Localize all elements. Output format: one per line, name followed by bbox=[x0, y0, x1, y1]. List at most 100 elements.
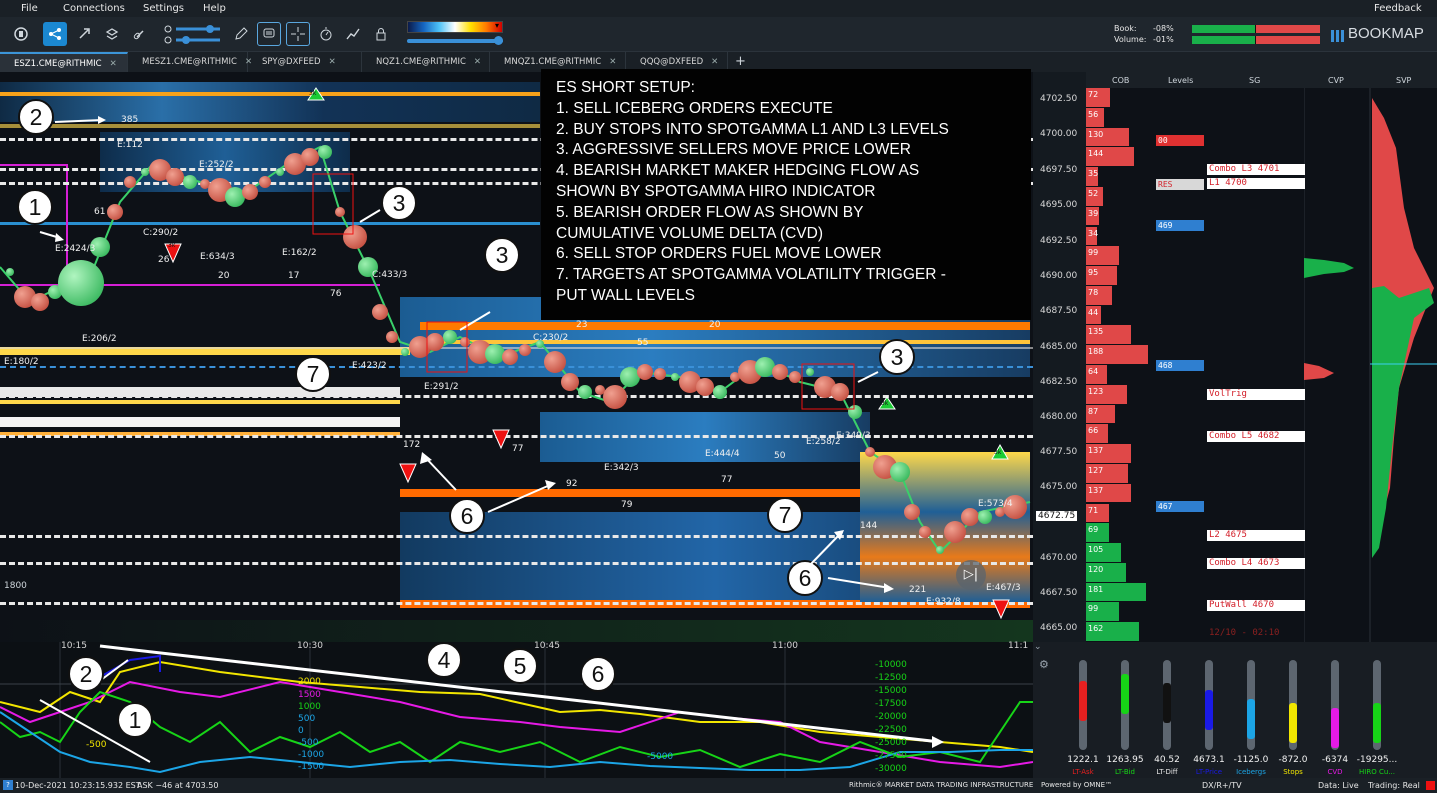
volume-value: -01% bbox=[1153, 35, 1174, 44]
indicator-pane: 2 1 4 5 6 10:15 10:30 10:45 11:00 11:1 2… bbox=[0, 641, 1033, 778]
spotgamma-level: 12/10 - 02:10 bbox=[1209, 628, 1280, 638]
feedback-link[interactable]: Feedback bbox=[1374, 0, 1422, 17]
iceberg-label: C:230/2 bbox=[533, 333, 569, 343]
spotgamma-level: L1 4700 bbox=[1207, 178, 1305, 189]
level-marker: RES bbox=[1156, 179, 1204, 190]
trading-status: Trading: Real bbox=[1368, 781, 1420, 790]
cob-value: 69 bbox=[1088, 525, 1099, 535]
meter-fill bbox=[1163, 683, 1171, 724]
cob-value: 44 bbox=[1088, 307, 1099, 317]
stop-label: 144 bbox=[860, 521, 878, 531]
spotgamma-level: VolTrig bbox=[1207, 389, 1305, 400]
close-icon[interactable]: ✕ bbox=[110, 59, 117, 69]
note-line: PUT WALL LEVELS bbox=[556, 286, 695, 304]
cob-value: 71 bbox=[1088, 505, 1099, 515]
zoom-sliders[interactable] bbox=[162, 23, 222, 47]
menu-connections[interactable]: Connections bbox=[63, 0, 125, 17]
iceberg-label: E:206/2 bbox=[82, 334, 117, 344]
cob-value: 52 bbox=[1088, 188, 1099, 198]
iceberg-label: E:162/2 bbox=[282, 248, 317, 258]
spotgamma-level: Combo L5 4682 bbox=[1207, 431, 1305, 442]
right-panel: COB Levels SG CVP SVP 72 56 130 144 35 52 39 34… bbox=[1086, 72, 1437, 642]
meter-fill bbox=[1289, 703, 1297, 743]
chat-icon[interactable] bbox=[257, 22, 281, 46]
cob-value: 130 bbox=[1088, 129, 1104, 139]
rocket-icon[interactable] bbox=[72, 22, 96, 46]
big-trade-label: 3k bbox=[168, 242, 176, 249]
spotgamma-level: Combo L4 4673 bbox=[1207, 558, 1305, 569]
left-axis-label: 1500 bbox=[298, 690, 321, 700]
level-marker: 468 bbox=[1156, 360, 1204, 371]
tab-label: QQQ@DXFEED bbox=[640, 57, 704, 67]
close-icon[interactable]: ✕ bbox=[711, 57, 718, 67]
iceberg-label: E:180/2 bbox=[4, 357, 39, 367]
cob-value: 39 bbox=[1088, 208, 1099, 218]
layers-icon[interactable] bbox=[100, 22, 124, 46]
meter-gauge bbox=[1205, 660, 1213, 750]
chevron-down-icon[interactable]: ⌄ bbox=[1034, 642, 1042, 652]
cob-value: 99 bbox=[1088, 248, 1099, 258]
spotgamma-level: Combo L3 4701 bbox=[1207, 164, 1305, 175]
stop-label: 55 bbox=[637, 338, 649, 348]
stop-label: 92 bbox=[566, 479, 578, 489]
contrast-slider[interactable] bbox=[407, 36, 503, 45]
left-axis-label: 0 bbox=[298, 726, 304, 736]
stop-label: 17 bbox=[288, 271, 300, 281]
price-label: 4672.75 bbox=[1036, 511, 1078, 521]
left-axis-label: 2000 bbox=[298, 677, 321, 687]
crosshair-icon[interactable] bbox=[286, 22, 310, 46]
meter-gauge bbox=[1373, 660, 1381, 750]
play-forward-icon[interactable]: ▷| bbox=[956, 560, 986, 590]
menu-settings[interactable]: Settings bbox=[143, 0, 184, 17]
book-label: Book: bbox=[1114, 24, 1137, 33]
close-icon[interactable]: ✕ bbox=[609, 57, 616, 67]
share-icon[interactable] bbox=[43, 22, 67, 46]
stop-label: 172 bbox=[403, 440, 421, 450]
instrument-icon[interactable] bbox=[9, 22, 33, 46]
chevron-down-icon[interactable]: ▾ bbox=[495, 21, 499, 30]
pencil-icon[interactable] bbox=[229, 22, 253, 46]
cob-value: 78 bbox=[1088, 287, 1099, 297]
right-axis-label: -30000 bbox=[875, 764, 907, 774]
rithmic-label: Rithmic® MARKET DATA TRADING INFRASTRUCT… bbox=[849, 781, 1034, 789]
right-axis-label: -20000 bbox=[875, 712, 907, 722]
help-icon[interactable]: ? bbox=[3, 780, 13, 790]
brand-name: BOOKMAP bbox=[1348, 25, 1424, 42]
tab-mesz1[interactable]: MESZ1.CME@RITHMIC ✕ bbox=[128, 52, 252, 72]
price-label: 4697.50 bbox=[1040, 165, 1078, 175]
marker-6: 6 bbox=[580, 656, 616, 692]
menu-file[interactable]: File bbox=[21, 0, 38, 17]
price-label: 4682.50 bbox=[1040, 377, 1078, 387]
tab-spy[interactable]: SPY@DXFEED ✕ bbox=[248, 52, 362, 72]
note-line: ES SHORT SETUP: bbox=[556, 79, 695, 96]
lock-icon[interactable] bbox=[369, 22, 393, 46]
right-axis-label: -27500 bbox=[875, 751, 907, 761]
note-line: 4. BEARISH MARKET MAKER HEDGING FLOW AS bbox=[556, 162, 920, 180]
indicator-meters: ⚙ ⌄ 1222.1 LT-Ask 1263.95 LT-Bid 40.52 LT-Dif… bbox=[1033, 642, 1437, 778]
status-ask: ASK −46 at 4703.50 bbox=[137, 781, 219, 790]
cob-value: 135 bbox=[1088, 327, 1104, 337]
iceberg-label: E:444/4 bbox=[705, 449, 740, 459]
price-label: 4695.00 bbox=[1040, 200, 1078, 210]
iceberg-label: E:467/3 bbox=[986, 583, 1021, 593]
bookmap-logo-icon bbox=[1331, 27, 1345, 42]
close-icon[interactable]: ✕ bbox=[329, 57, 336, 67]
tab-esz1[interactable]: ESZ1.CME@RITHMIC ✕ bbox=[0, 52, 128, 72]
stop-label: 77 bbox=[721, 475, 733, 485]
menu-help[interactable]: Help bbox=[203, 0, 226, 17]
price-label: 4702.50 bbox=[1040, 94, 1078, 104]
close-icon[interactable]: ✕ bbox=[474, 57, 481, 67]
stop-label: 79 bbox=[621, 500, 633, 510]
gear-icon[interactable]: ⚙ bbox=[1039, 658, 1049, 671]
tab-nqz1[interactable]: NQZ1.CME@RITHMIC ✕ bbox=[362, 52, 490, 72]
big-trade-label: 3k bbox=[994, 449, 1002, 456]
chart-icon[interactable] bbox=[341, 22, 365, 46]
link-icon[interactable] bbox=[128, 22, 152, 46]
stop-label: 20 bbox=[218, 271, 230, 281]
tab-label: ESZ1.CME@RITHMIC bbox=[14, 59, 102, 69]
right-panel-header: COB Levels SG CVP SVP bbox=[1086, 72, 1437, 88]
timer-icon[interactable] bbox=[314, 22, 338, 46]
level-marker: 00 bbox=[1156, 135, 1204, 146]
heatmap-color-scale[interactable]: ▾ bbox=[407, 21, 503, 33]
meter-gauge bbox=[1163, 660, 1171, 750]
